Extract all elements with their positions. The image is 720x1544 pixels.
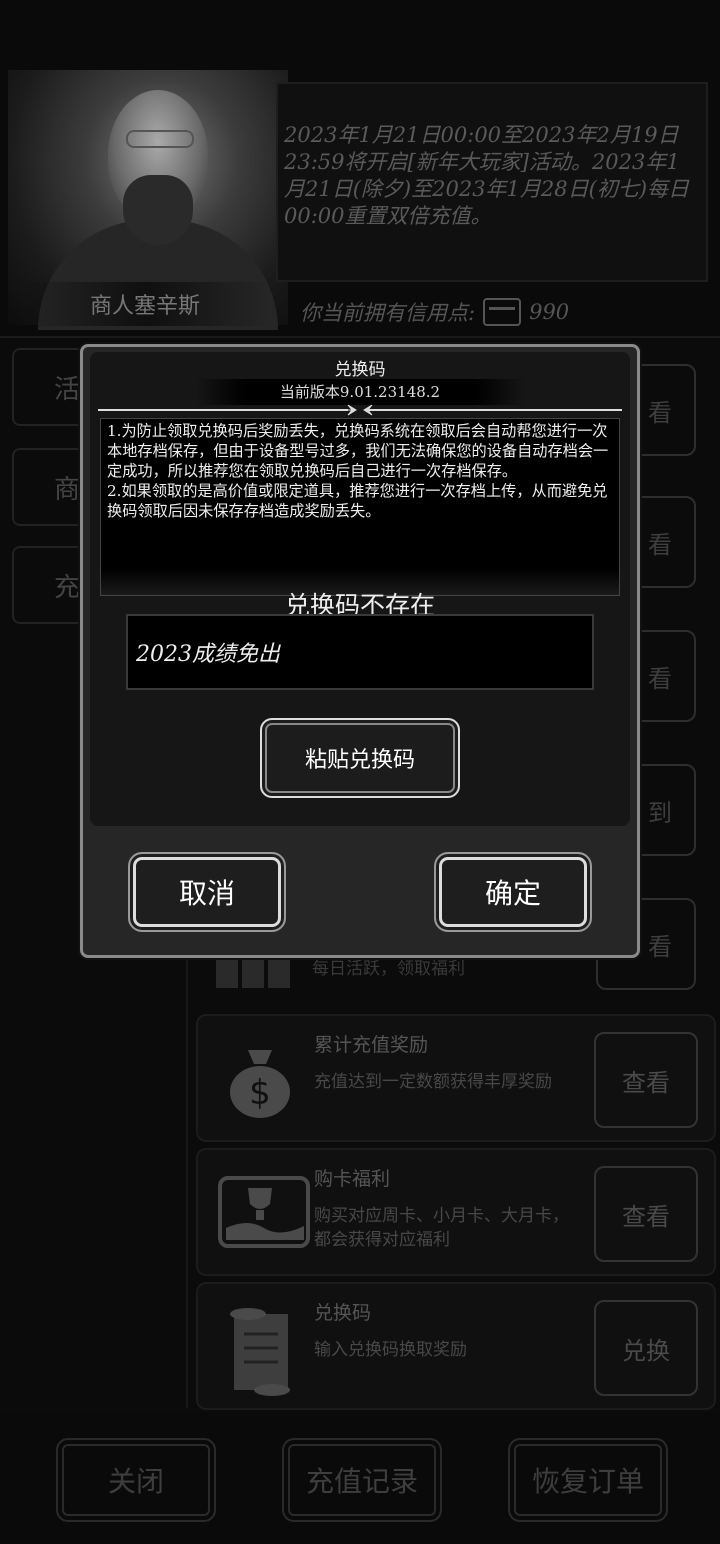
confirm-button[interactable]: 确定 — [434, 852, 592, 932]
row-title: 购卡福利 — [314, 1168, 391, 1190]
close-button[interactable]: 关闭 — [56, 1438, 216, 1522]
divider-arrow-icon — [342, 404, 378, 416]
list-item-cumulative-recharge: $ 累计充值奖励 充值达到一定数额获得丰厚奖励 查看 — [196, 1014, 716, 1142]
row-title: 兑换码 — [314, 1302, 372, 1324]
list-item-redeem-code: 兑换码 输入兑换码换取奖励 兑换 — [196, 1282, 716, 1410]
credit-card-icon — [483, 298, 522, 326]
version-label: 当前版本9.01.23148.2 — [195, 379, 525, 405]
event-announcement-text: 2023年1月21日00:00至2023年2月19日23:59将开启[新年大玩家… — [284, 123, 690, 228]
restore-order-button[interactable]: 恢复订单 — [508, 1438, 668, 1522]
money-bag-icon: $ — [218, 1036, 302, 1120]
row-title: 累计充值奖励 — [314, 1034, 429, 1056]
credit-label: 你当前拥有信用点: — [300, 301, 476, 325]
notice-content: 1.为防止领取兑换码后奖励丢失，兑换码系统在领取后会自动帮您进行一次本地存档保存… — [107, 422, 609, 520]
trophy-card-icon — [218, 1170, 310, 1254]
scroll-icon — [218, 1304, 302, 1396]
recharge-log-button[interactable]: 充值记录 — [282, 1438, 442, 1522]
row-description: 充值达到一定数额获得丰厚奖励 — [314, 1072, 552, 1092]
list-item-card-benefit: 购卡福利 购买对应周卡、小月卡、大月卡，都会获得对应福利 查看 — [196, 1148, 716, 1276]
redeem-code-input[interactable]: 2023成绩免出 — [126, 614, 594, 690]
svg-text:$: $ — [249, 1073, 271, 1113]
redeem-notice-text: 1.为防止领取兑换码后奖励丢失，兑换码系统在领取后会自动帮您进行一次本地存档保存… — [100, 418, 620, 596]
paste-code-button[interactable]: 粘贴兑换码 — [260, 718, 460, 798]
decorative-divider — [98, 404, 622, 416]
cancel-button[interactable]: 取消 — [128, 852, 286, 932]
row-description: 购买对应周卡、小月卡、大月卡，都会获得对应福利 — [314, 1206, 569, 1250]
credit-display: 你当前拥有信用点: 990 — [300, 294, 700, 330]
credit-value: 990 — [529, 300, 570, 324]
redeem-button[interactable]: 兑换 — [594, 1300, 698, 1396]
view-card-benefit-button[interactable]: 查看 — [594, 1166, 698, 1262]
merchant-name: 商人塞辛斯 — [20, 282, 270, 326]
row-description: 输入兑换码换取奖励 — [314, 1340, 467, 1360]
dialog-title: 兑换码 — [334, 360, 386, 380]
view-cumulative-button[interactable]: 查看 — [594, 1032, 698, 1128]
